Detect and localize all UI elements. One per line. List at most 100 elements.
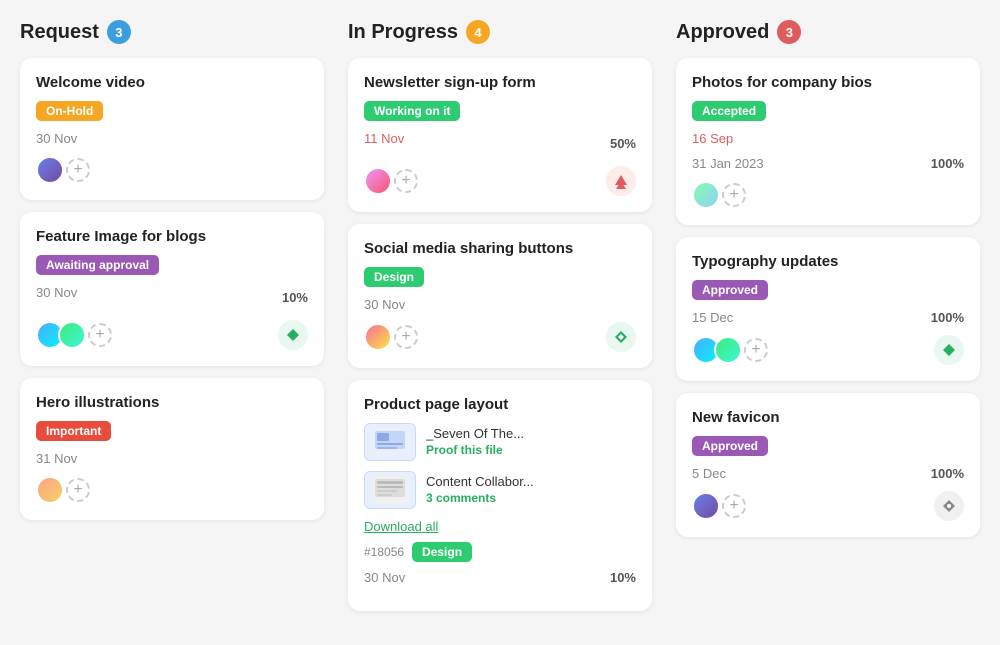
card-footer: + <box>36 476 308 504</box>
avatars: + <box>36 476 90 504</box>
card-title: Photos for company bios <box>692 74 964 91</box>
avatars: + <box>364 323 418 351</box>
card-footer: + <box>36 320 308 350</box>
date-percent-row: 5 Dec 100% <box>692 466 964 481</box>
card-title: Newsletter sign-up form <box>364 74 636 91</box>
status-tag-approved: Approved <box>692 280 768 300</box>
status-tag-approved2: Approved <box>692 436 768 456</box>
progress-percent: 100% <box>931 310 964 325</box>
column-badge-approved: 3 <box>777 20 801 44</box>
card-hero-illustrations: Hero illustrations Important 31 Nov + <box>20 378 324 520</box>
card-typography: Typography updates Approved 15 Dec 100% … <box>676 237 980 381</box>
column-title-in-progress: In Progress <box>348 21 458 44</box>
card-welcome-video: Welcome video On-Hold 30 Nov + <box>20 58 324 200</box>
comments-link[interactable]: 3 comments <box>426 491 496 505</box>
diamond-green-icon <box>934 335 964 365</box>
card-date: 30 Nov <box>364 297 636 312</box>
date-percent-row: 11 Nov 50% <box>364 131 636 156</box>
hash-id: #18056 <box>364 545 404 559</box>
date-percent-row: 30 Nov 10% <box>36 285 308 310</box>
column-header-request: Request 3 <box>20 20 324 44</box>
add-assignee-button[interactable]: + <box>394 169 418 193</box>
column-badge-in-progress: 4 <box>466 20 490 44</box>
card-footer: + <box>692 491 964 521</box>
date-percent-row: 30 Nov 10% <box>364 570 636 585</box>
column-badge-request: 3 <box>107 20 131 44</box>
diamond-gray-icon <box>934 491 964 521</box>
card-date: 30 Nov <box>364 570 405 585</box>
avatar <box>58 321 86 349</box>
card-footer: + <box>36 156 308 184</box>
card-footer: + <box>364 322 636 352</box>
card-date: 5 Dec <box>692 466 726 481</box>
add-assignee-button[interactable]: + <box>88 323 112 347</box>
card-date: 30 Nov <box>36 131 308 146</box>
diamond-green-icon <box>606 322 636 352</box>
card-footer: + <box>692 335 964 365</box>
avatar <box>36 156 64 184</box>
add-assignee-button[interactable]: + <box>66 478 90 502</box>
status-tag-accepted: Accepted <box>692 101 766 121</box>
file-name: Content Collabor... <box>426 474 636 489</box>
progress-percent: 100% <box>931 466 964 481</box>
diamond-green-icon <box>278 320 308 350</box>
card-date: 15 Dec <box>692 310 733 325</box>
card-title: Product page layout <box>364 396 636 413</box>
proof-file-link[interactable]: Proof this file <box>426 443 503 457</box>
card-feature-image: Feature Image for blogs Awaiting approva… <box>20 212 324 366</box>
download-all-link[interactable]: Download all <box>364 519 636 534</box>
file-thumbnail <box>364 423 416 461</box>
progress-percent: 100% <box>931 156 964 171</box>
status-tag-on-hold: On-Hold <box>36 101 103 121</box>
avatars: + <box>692 181 746 209</box>
progress-percent: 50% <box>610 136 636 151</box>
status-tag-important: Important <box>36 421 111 441</box>
card-footer: + <box>692 181 964 209</box>
file-thumbnail <box>364 471 416 509</box>
card-title: Social media sharing buttons <box>364 240 636 257</box>
status-tag-working: Working on it <box>364 101 460 121</box>
date-percent-row: 31 Jan 2023 100% <box>692 156 964 171</box>
avatar <box>364 323 392 351</box>
avatars: + <box>692 492 746 520</box>
card-date: 30 Nov <box>36 285 77 300</box>
column-title-request: Request <box>20 21 99 44</box>
avatar <box>692 181 720 209</box>
card-date: 11 Nov <box>364 131 404 146</box>
file-item: Content Collabor... 3 comments <box>364 471 636 509</box>
avatars: + <box>36 156 90 184</box>
status-tag-design: Design <box>364 267 424 287</box>
add-assignee-button[interactable]: + <box>394 325 418 349</box>
file-info: Content Collabor... 3 comments <box>426 474 636 507</box>
column-header-approved: Approved 3 <box>676 20 980 44</box>
column-approved: Approved 3 Photos for company bios Accep… <box>676 20 980 549</box>
card-date: 31 Nov <box>36 451 308 466</box>
file-name: _Seven Of The... <box>426 426 636 441</box>
card-date2: 31 Jan 2023 <box>692 156 764 171</box>
column-header-in-progress: In Progress 4 <box>348 20 652 44</box>
avatar <box>714 336 742 364</box>
column-in-progress: In Progress 4 Newsletter sign-up form Wo… <box>348 20 652 623</box>
card-newsletter: Newsletter sign-up form Working on it 11… <box>348 58 652 212</box>
card-tag-row: #18056 Design <box>364 542 636 562</box>
add-assignee-button[interactable]: + <box>722 183 746 207</box>
progress-percent: 10% <box>610 570 636 585</box>
card-title: Typography updates <box>692 253 964 270</box>
add-assignee-button[interactable]: + <box>66 158 90 182</box>
avatars: + <box>36 321 112 349</box>
avatar <box>36 476 64 504</box>
card-title: Hero illustrations <box>36 394 308 411</box>
card-photos: Photos for company bios Accepted 16 Sep … <box>676 58 980 225</box>
file-info: _Seven Of The... Proof this file <box>426 426 636 459</box>
avatar <box>364 167 392 195</box>
card-title: New favicon <box>692 409 964 426</box>
card-product-page: Product page layout _Seven Of The... Pro… <box>348 380 652 611</box>
add-assignee-button[interactable]: + <box>744 338 768 362</box>
card-social-media: Social media sharing buttons Design 30 N… <box>348 224 652 368</box>
progress-percent: 10% <box>282 290 308 305</box>
date-percent-row: 15 Dec 100% <box>692 310 964 325</box>
avatar <box>692 492 720 520</box>
file-item: _Seven Of The... Proof this file <box>364 423 636 461</box>
add-assignee-button[interactable]: + <box>722 494 746 518</box>
card-title: Welcome video <box>36 74 308 91</box>
